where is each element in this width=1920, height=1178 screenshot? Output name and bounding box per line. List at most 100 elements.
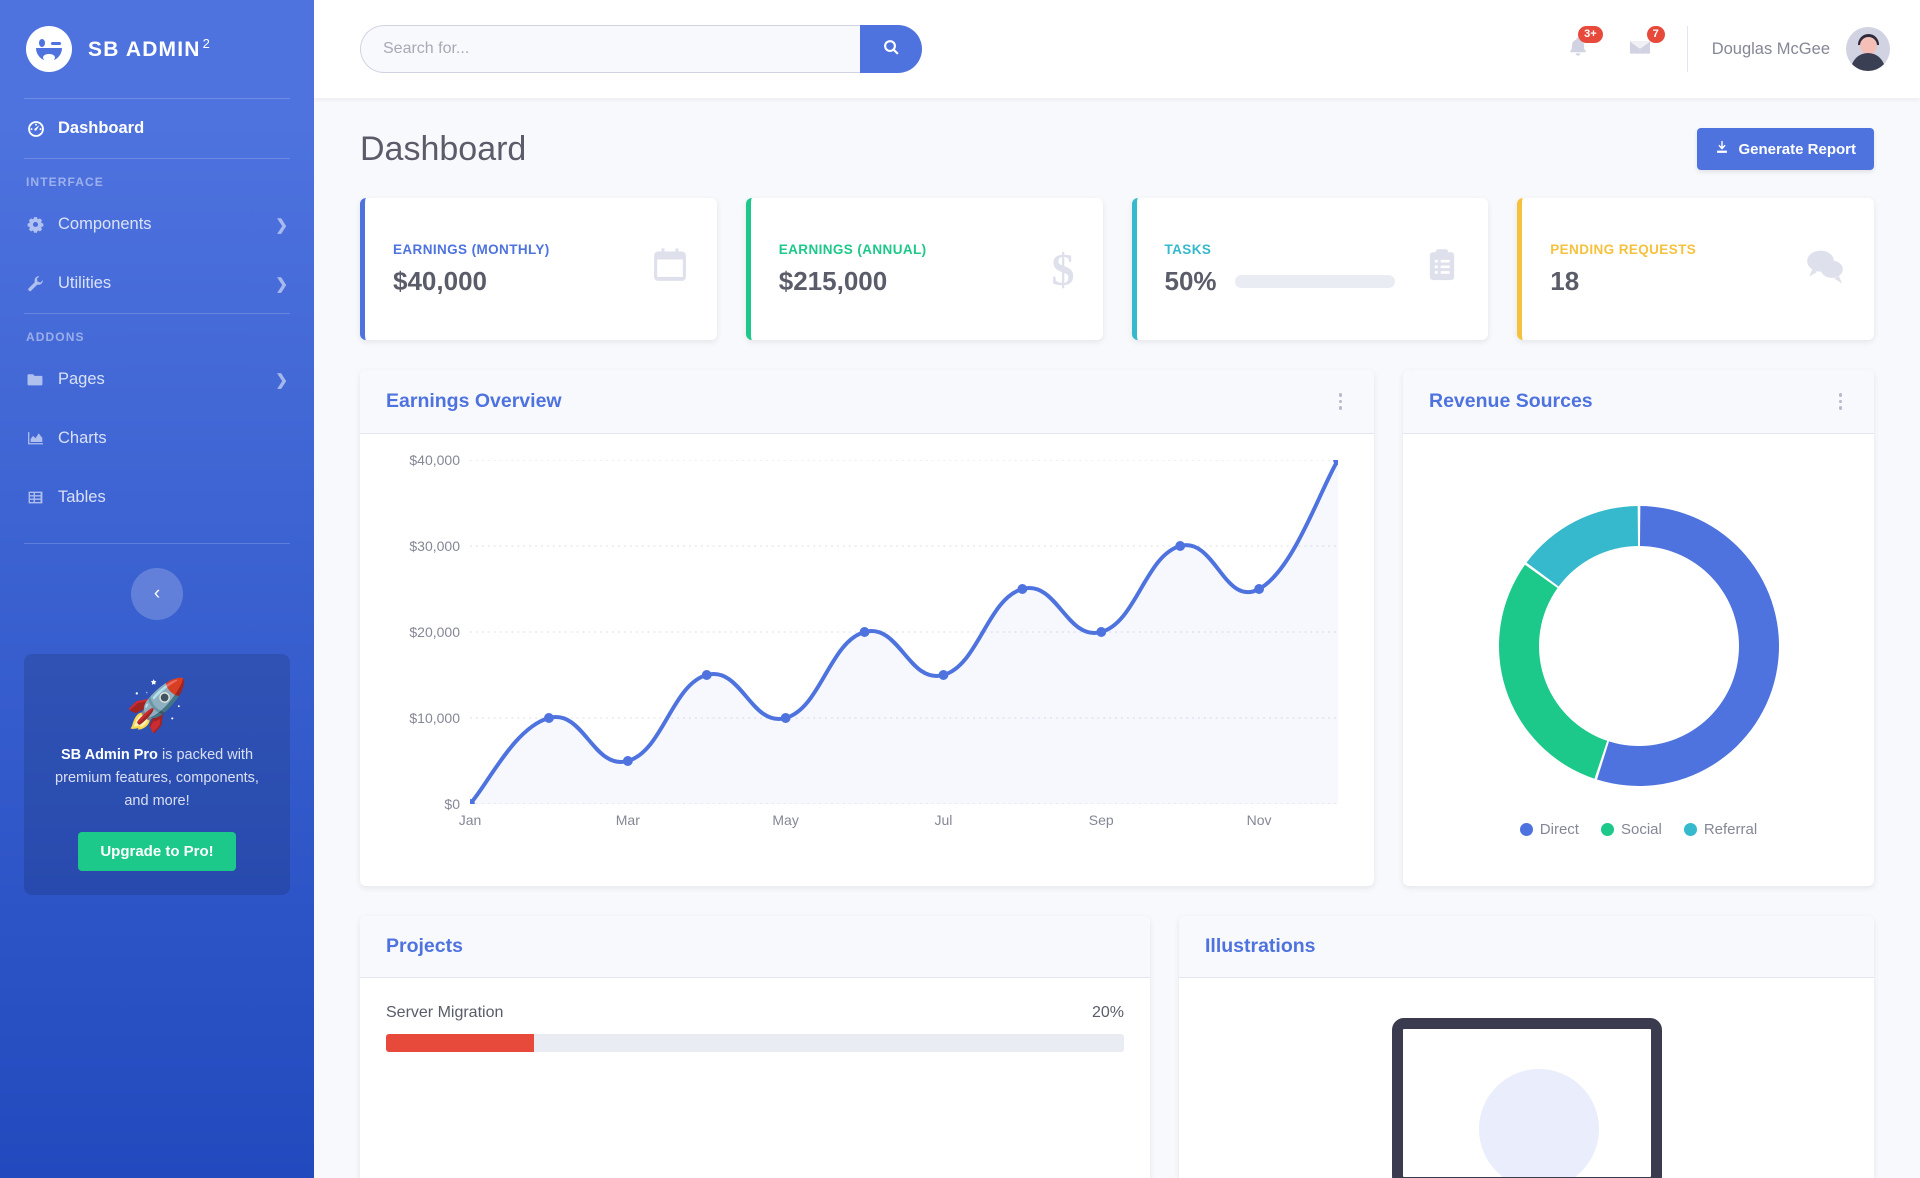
topbar-right: 3+ 7 Douglas McGee [1547,18,1890,80]
sidebar-toggle-wrap: ‹ [0,544,314,620]
page-header: Dashboard Generate Report [360,128,1874,170]
sidebar-item-charts[interactable]: Charts [0,409,314,468]
stat-value: 50% [1165,266,1217,297]
download-icon [1715,140,1729,158]
project-row: Server Migration 20% [386,1004,1124,1022]
dollar-sign-icon: $ [1052,243,1075,296]
stat-label: Earnings (Monthly) [393,242,637,257]
rocket-icon: 🚀 [42,680,272,730]
x-axis-labels: JanMarMayJulSepNov [470,812,1338,836]
sidebar-item-label: Pages [58,370,105,389]
stat-label: Tasks [1165,242,1411,257]
page-title: Dashboard [360,130,526,169]
legend-color-dot [1684,823,1697,836]
card-earnings-overview: Earnings Overview $0$10,000$20,000$30,00… [360,370,1374,886]
earnings-line-chart: $0$10,000$20,000$30,000$40,000 JanMarMay… [386,460,1348,860]
sidebar-collapse-toggle[interactable]: ‹ [131,568,183,620]
card-body: $0$10,000$20,000$30,000$40,000 JanMarMay… [360,434,1374,886]
card-projects: Projects Server Migration 20% [360,916,1150,1178]
divider [1687,26,1688,72]
sidebar-item-pages[interactable]: Pages ❯ [0,350,314,409]
upgrade-description: SB Admin Pro is packed with premium feat… [42,744,272,814]
vertical-dots-icon[interactable] [1333,389,1349,414]
tachometer-icon [26,120,45,138]
stat-value-wrap: $40,000 [393,266,637,297]
table-icon [26,489,45,506]
stat-card-earnings-annual: Earnings (Annual) $215,000 $ [746,198,1103,340]
main-content: 3+ 7 Douglas McGee [314,0,1920,1178]
chevron-right-icon: ❯ [275,216,288,234]
card-body: Server Migration 20% [360,978,1150,1078]
charts-row: Earnings Overview $0$10,000$20,000$30,00… [360,370,1874,886]
x-tick-label: Sep [1089,812,1114,828]
messages-button[interactable]: 7 [1609,18,1671,80]
legend-color-dot [1601,823,1614,836]
stat-card-pending-requests: Pending Requests 18 [1517,198,1874,340]
search-input[interactable] [360,25,860,73]
sidebar-item-components[interactable]: Components ❯ [0,195,314,254]
cog-icon [26,216,45,233]
sidebar-item-tables[interactable]: Tables [0,468,314,527]
card-header: Revenue Sources [1403,370,1874,434]
x-tick-label: Jan [459,812,482,828]
user-name: Douglas McGee [1712,40,1830,59]
search-bar [360,25,922,73]
stat-label: Pending Requests [1550,242,1790,257]
alerts-badge: 3+ [1578,26,1603,43]
upgrade-to-pro-button[interactable]: Upgrade to Pro! [78,832,235,871]
stat-cards-row: Earnings (Monthly) $40,000 Earnings (Ann… [360,198,1874,340]
project-progress-bar [386,1034,1124,1052]
stat-label: Earnings (Annual) [779,242,1038,257]
avatar [1846,27,1890,71]
sidebar-item-label: Tables [58,488,106,507]
sidebar-item-label: Components [58,215,152,234]
topbar: 3+ 7 Douglas McGee [314,0,1920,98]
x-tick-label: May [772,812,798,828]
card-body: Direct Social Referral [1403,434,1874,886]
app-root: SB ADMIN2 Dashboard Interface Components… [0,0,1920,1178]
y-tick-label: $20,000 [409,624,460,640]
card-body [1179,978,1874,1178]
legend-color-dot [1520,823,1533,836]
chevron-right-icon: ❯ [275,275,288,293]
alerts-button[interactable]: 3+ [1547,18,1609,80]
revenue-donut-chart: Direct Social Referral [1429,460,1848,860]
search-submit-button[interactable] [860,25,922,73]
legend-label: Referral [1704,821,1757,838]
x-tick-label: Nov [1247,812,1272,828]
project-name: Server Migration [386,1004,503,1022]
brand-logo[interactable]: SB ADMIN2 [0,0,314,98]
sidebar-item-utilities[interactable]: Utilities ❯ [0,254,314,313]
y-tick-label: $0 [444,796,460,812]
tasks-progress-bar [1235,275,1395,288]
messages-badge: 7 [1647,26,1665,43]
sidebar-item-label: Dashboard [58,119,144,138]
sidebar-heading-interface: Interface [0,159,314,195]
project-percent: 20% [1092,1004,1124,1022]
chevron-right-icon: ❯ [275,371,288,389]
user-menu[interactable]: Douglas McGee [1712,27,1890,71]
x-tick-label: Jul [935,812,953,828]
stat-value-wrap: 50% [1165,266,1411,297]
donut-legend: Direct Social Referral [1520,821,1757,838]
legend-label: Direct [1540,821,1579,838]
stat-value-wrap: 18 [1550,266,1790,297]
card-title: Projects [386,935,463,958]
sidebar-item-dashboard[interactable]: Dashboard [0,99,314,158]
card-title: Illustrations [1205,935,1316,958]
wrench-icon [26,275,45,292]
y-tick-label: $40,000 [409,452,460,468]
vertical-dots-icon[interactable] [1833,389,1849,414]
brand-name: SB ADMIN2 [88,36,211,62]
clipboard-list-icon [1424,247,1460,292]
legend-item: Referral [1684,821,1757,838]
y-tick-label: $10,000 [409,710,460,726]
card-revenue-sources: Revenue Sources Direct Social Referral [1403,370,1874,886]
sidebar-heading-addons: Addons [0,314,314,350]
stat-card-earnings-monthly: Earnings (Monthly) $40,000 [360,198,717,340]
legend-item: Social [1601,821,1662,838]
generate-report-button[interactable]: Generate Report [1697,128,1874,170]
stat-card-tasks: Tasks 50% [1132,198,1489,340]
card-title: Revenue Sources [1429,390,1593,413]
stat-value: $215,000 [779,266,887,297]
